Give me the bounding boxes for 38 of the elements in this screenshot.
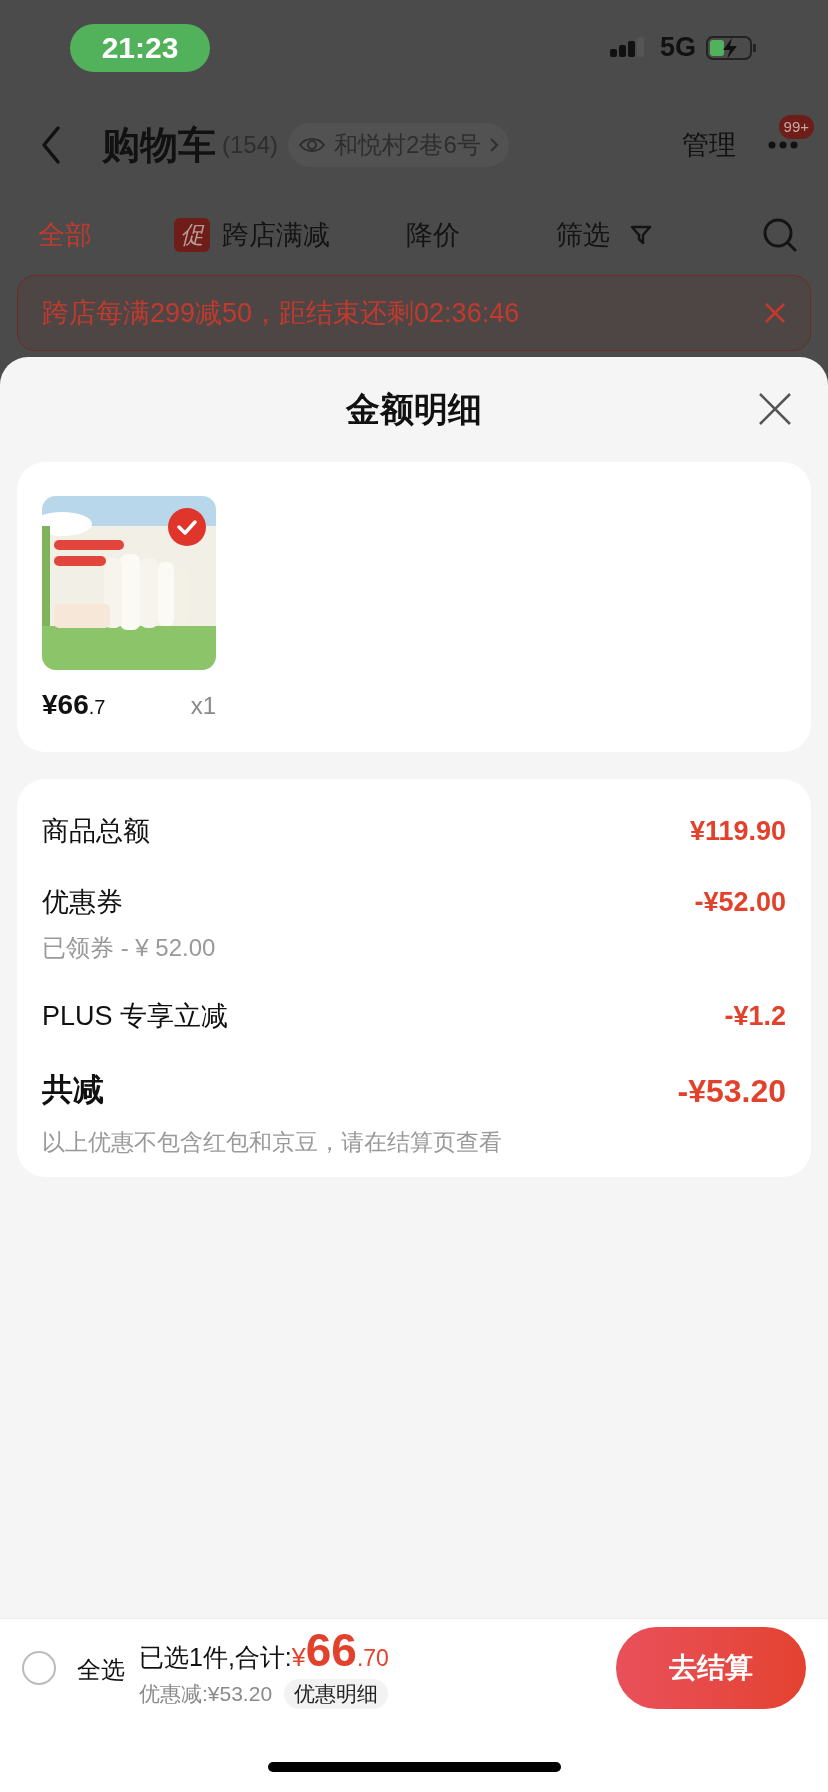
- selected-count-text: 已选1件,合计:: [139, 1644, 292, 1670]
- filter-tab[interactable]: 全部: [38, 214, 92, 256]
- sheet-title: 金额明细: [346, 389, 482, 430]
- select-all-label[interactable]: 全选: [77, 1651, 125, 1688]
- summary-note: 以上优惠不包含红包和京豆，请在结算页查看: [42, 1127, 503, 1157]
- notification-badge: 99+: [778, 115, 814, 139]
- back-icon[interactable]: [40, 125, 62, 165]
- summary-subtext: 已领券 - ¥ 52.00: [42, 933, 217, 963]
- select-all-checkbox[interactable]: [22, 1650, 56, 1685]
- summary-value: -¥53.20: [677, 1071, 786, 1111]
- discount-detail-button[interactable]: 优惠明细: [284, 1678, 389, 1709]
- summary-label: 共减: [42, 1071, 104, 1110]
- battery-icon: [706, 34, 758, 61]
- product-price: ¥66.7: [42, 688, 106, 722]
- time-pill: 21:23: [70, 23, 210, 72]
- promo-badge: 促: [174, 218, 210, 252]
- check-icon: [177, 519, 197, 535]
- page-title: 购物车: [102, 122, 216, 168]
- close-icon[interactable]: [758, 392, 792, 426]
- more-icon[interactable]: [768, 141, 798, 149]
- network-label: 5G: [659, 31, 696, 65]
- chevron-right-icon: [488, 137, 499, 153]
- total-price: ¥66.70: [291, 1626, 389, 1673]
- summary-value: ¥119.90: [689, 815, 786, 848]
- summary-label: 优惠券: [42, 885, 123, 919]
- discount-text: 优惠减:¥53.20: [139, 1680, 273, 1707]
- promo-text: 跨店每满299减50，距结束还剩02:36:46: [42, 296, 521, 330]
- checkout-button[interactable]: 去结算: [616, 1626, 806, 1709]
- summary-label: PLUS 专享立减: [42, 1000, 229, 1033]
- manage-link[interactable]: 管理: [682, 124, 736, 166]
- product-quantity: x1: [190, 691, 216, 721]
- search-icon[interactable]: [762, 217, 798, 253]
- summary-value: -¥1.2: [724, 1000, 786, 1033]
- summary-label: 商品总额: [42, 815, 150, 848]
- filter-icon: [630, 224, 652, 246]
- summary-value: -¥52.00: [694, 885, 786, 919]
- filter-tab[interactable]: 筛选: [556, 214, 652, 256]
- eye-icon: [298, 136, 327, 154]
